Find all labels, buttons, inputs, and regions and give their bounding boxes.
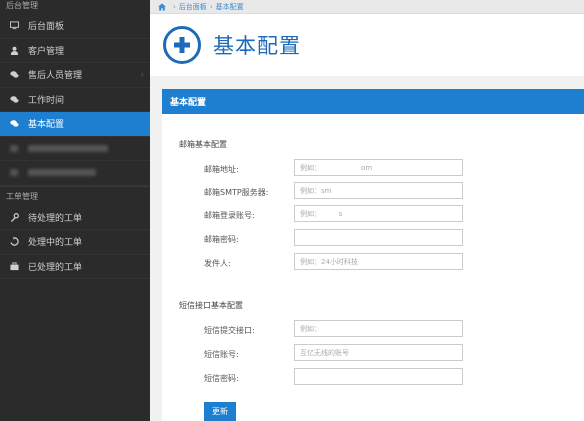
login-account-label: 邮箱登录账号: (204, 211, 255, 220)
sidebar-item-label: 待处理的工单 (28, 213, 83, 224)
login-account-input[interactable] (294, 205, 463, 222)
breadcrumb-item-current: 基本配置 (215, 2, 244, 11)
breadcrumb-item-dashboard[interactable]: 后台面板 (179, 2, 207, 12)
sidebar-section-title: 工单管理 (0, 185, 150, 206)
email-section-title: 邮箱基本配置 (179, 140, 227, 149)
sms-password-input[interactable] (294, 368, 463, 385)
email-address-input[interactable] (294, 159, 463, 176)
email-address-label: 邮箱地址: (204, 165, 239, 174)
blurred-icon (8, 167, 20, 179)
blurred-icon (8, 142, 20, 154)
blurred-label (28, 169, 96, 177)
sidebar-item-closed-tickets[interactable]: 已处理的工单 (0, 255, 150, 279)
blurred-label (28, 144, 108, 152)
sidebar-item-label: 后台面板 (28, 22, 65, 33)
monitor-icon (8, 20, 20, 32)
sidebar-item-label: 客户管理 (28, 46, 65, 57)
sms-section-title: 短信接口基本配置 (179, 301, 243, 310)
chat-icon (8, 69, 20, 81)
sms-account-input[interactable] (294, 344, 463, 361)
plus-circle-icon (163, 26, 201, 64)
briefcase-icon (8, 260, 20, 272)
panel-title: 基本配置 (162, 89, 584, 114)
smtp-server-input[interactable] (294, 182, 463, 199)
chat-icon (8, 118, 20, 130)
chat-icon (8, 93, 20, 105)
smtp-server-label: 邮箱SMTP服务器: (204, 188, 269, 197)
sms-submit-url-label: 短信提交接口: (204, 326, 255, 335)
sms-account-label: 短信账号: (204, 350, 239, 359)
sidebar-item-label: 基本配置 (28, 120, 65, 131)
page-title: 基本配置 (213, 34, 301, 58)
refresh-icon (8, 236, 20, 248)
sender-input[interactable] (294, 253, 463, 270)
sidebar-item-label: 已处理的工单 (28, 262, 83, 273)
sidebar-item-customers[interactable]: 客户管理 (0, 39, 150, 63)
breadcrumb: › 后台面板 › 基本配置 (150, 0, 584, 14)
sidebar-item-basic-config[interactable]: 基本配置 (0, 112, 150, 137)
user-icon (8, 44, 20, 56)
sidebar-header: 后台管理 (6, 1, 38, 10)
sidebar: 后台管理 后台面板 客户管理 售后人员管理 ‹ 工作时间 基本配置 工单管理 待… (0, 0, 150, 421)
email-password-label: 邮箱密码: (204, 235, 239, 244)
sidebar-item-label: 处理中的工单 (28, 238, 83, 249)
sidebar-item-work-hours[interactable]: 工作时间 (0, 88, 150, 112)
page-header: 基本配置 (150, 14, 584, 76)
email-password-input[interactable] (294, 229, 463, 246)
chevron-left-icon: ‹ (140, 70, 144, 80)
sms-submit-url-input[interactable] (294, 320, 463, 337)
config-panel: 基本配置 邮箱基本配置 邮箱地址: 邮箱SMTP服务器: 邮箱登录账号: 邮箱密… (162, 89, 584, 421)
sender-label: 发件人: (204, 259, 231, 268)
breadcrumb-separator: › (209, 2, 213, 11)
sidebar-item-label: 工作时间 (28, 95, 65, 106)
sms-password-label: 短信密码: (204, 374, 239, 383)
sidebar-item-pending-tickets[interactable]: 待处理的工单 (0, 206, 150, 230)
sidebar-item-blurred-1[interactable] (0, 137, 150, 161)
breadcrumb-separator: › (173, 2, 176, 11)
sidebar-item-in-progress-tickets[interactable]: 处理中的工单 (0, 230, 150, 255)
wrench-icon (8, 211, 20, 223)
sidebar-item-dashboard[interactable]: 后台面板 (0, 14, 150, 39)
sidebar-item-blurred-2[interactable] (0, 161, 150, 186)
sidebar-item-aftersales-staff[interactable]: 售后人员管理 ‹ (0, 63, 150, 88)
home-icon[interactable] (158, 2, 166, 11)
sidebar-item-label: 售后人员管理 (28, 71, 83, 82)
update-button[interactable]: 更新 (204, 402, 236, 421)
